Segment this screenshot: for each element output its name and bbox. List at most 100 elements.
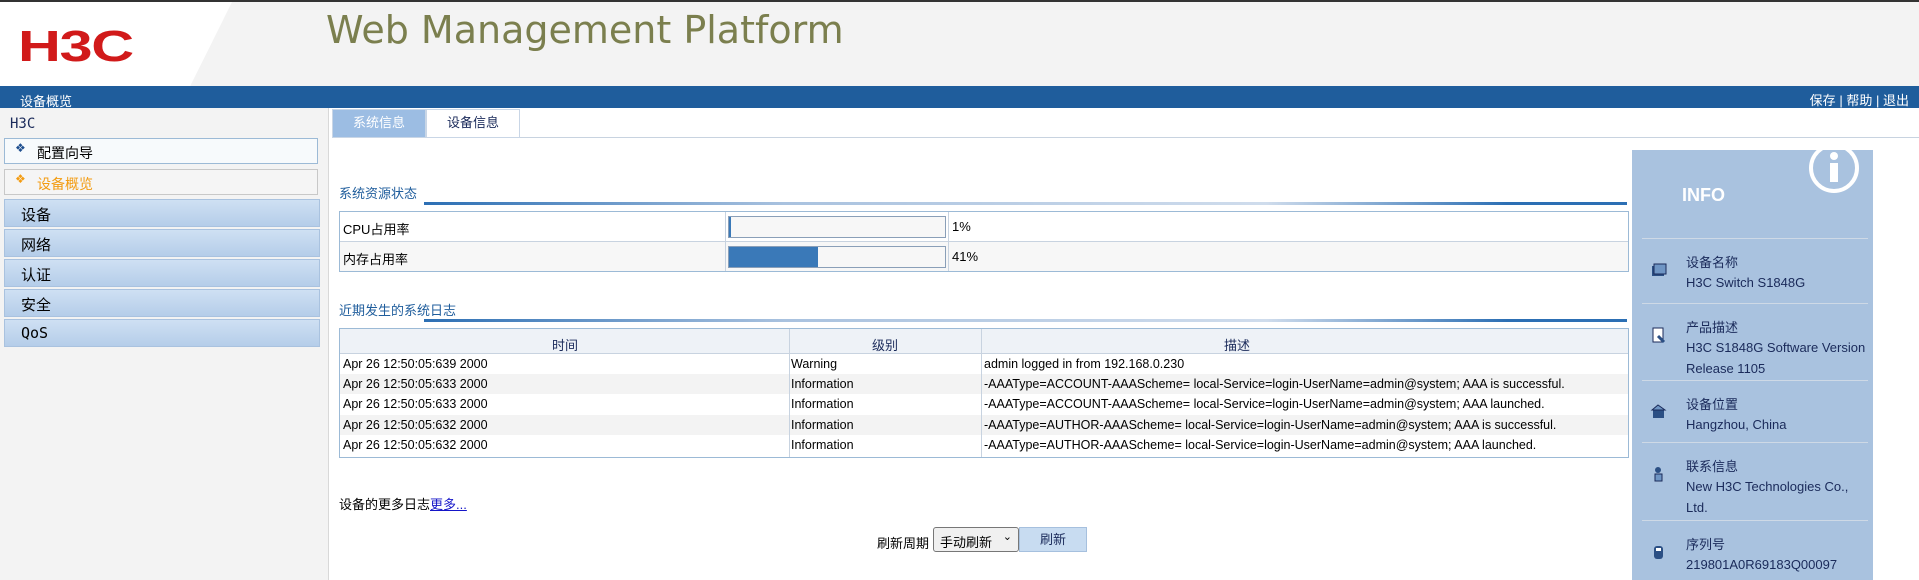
table-row: CPU占用率 1% — [340, 212, 1628, 242]
info-item-device-location: 设备位置 Hangzhou, China — [1642, 380, 1868, 439]
refresh-period-value: 手动刷新 — [940, 535, 993, 550]
table-row: Apr 26 12:50:05:632 2000 Information -AA… — [340, 435, 1628, 455]
info-panel: INFO 设备名称 H3C Switch S1848G 产品描述 H3C S18… — [1632, 144, 1873, 580]
memory-usage-bar — [728, 246, 946, 268]
info-key: 设备名称 — [1686, 255, 1739, 270]
info-value: 219801A0R69183Q00097 — [1686, 557, 1838, 572]
log-description: -AAAType=ACCOUNT-AAAScheme= local-Servic… — [984, 397, 1545, 411]
top-links: 保存 | 帮助 | 退出 — [1810, 90, 1909, 109]
section-divider — [424, 319, 1627, 322]
log-time: Apr 26 12:50:05:632 2000 — [343, 418, 488, 432]
serial-icon — [1654, 546, 1663, 559]
log-level: Information — [791, 377, 854, 391]
sidebar-category-label: 认证 — [21, 267, 52, 284]
logo-area: H3C — [0, 2, 232, 86]
memory-usage-label: 内存占用率 — [343, 252, 409, 267]
device-icon — [1652, 263, 1667, 276]
resource-section-title: 系统资源状态 — [339, 186, 418, 201]
log-time: Apr 26 12:50:05:633 2000 — [343, 397, 488, 411]
h3c-logo: H3C — [18, 22, 134, 71]
sidebar-category-network[interactable]: 网络 — [4, 229, 320, 257]
sidebar-item-label: 设备概览 — [37, 176, 93, 192]
log-section-title: 近期发生的系统日志 — [339, 303, 457, 318]
log-description: -AAAType=AUTHOR-AAAScheme= local-Service… — [984, 438, 1537, 452]
sidebar-category-qos[interactable]: QoS — [4, 319, 320, 347]
info-value: H3C Switch S1848G — [1686, 275, 1806, 290]
table-row: Apr 26 12:50:05:633 2000 Information -AA… — [340, 394, 1628, 414]
resource-table: CPU占用率 1% 内存占用率 41% — [339, 211, 1629, 272]
info-title: INFO — [1682, 185, 1725, 205]
tab-bar: 系统信息 设备信息 — [332, 108, 1919, 138]
column-divider — [981, 329, 982, 457]
column-divider — [948, 212, 949, 271]
table-row: Apr 26 12:50:05:633 2000 Information -AA… — [340, 374, 1628, 394]
diamond-bullet-icon: ❖ — [15, 172, 26, 186]
tab-system-info[interactable]: 系统信息 — [332, 109, 426, 138]
memory-usage-fill — [729, 247, 818, 267]
sidebar-root-label: H3C — [10, 116, 36, 132]
log-time: Apr 26 12:50:05:639 2000 — [343, 357, 488, 371]
contact-icon — [1654, 467, 1663, 482]
info-key: 序列号 — [1686, 537, 1726, 552]
log-level: Information — [791, 418, 854, 432]
more-logs-text: 设备的更多日志 — [339, 497, 431, 512]
table-row: Apr 26 12:50:05:632 2000 Information -AA… — [340, 415, 1628, 435]
log-time: Apr 26 12:50:05:632 2000 — [343, 438, 488, 452]
memory-usage-value: 41% — [952, 249, 979, 264]
cpu-usage-value: 1% — [952, 219, 971, 234]
section-divider — [424, 202, 1627, 205]
log-time: Apr 26 12:50:05:633 2000 — [343, 377, 488, 391]
sidebar: H3C ❖ 配置向导 ❖ 设备概览 设备 网络 认证 安全 QoS — [0, 108, 329, 580]
more-logs-link[interactable]: 更多... — [430, 497, 467, 512]
location-icon — [1650, 404, 1667, 418]
log-description: -AAAType=AUTHOR-AAAScheme= local-Service… — [984, 418, 1557, 432]
logout-link[interactable]: 退出 — [1883, 93, 1909, 108]
log-level: Warning — [791, 357, 838, 371]
sidebar-item-config-wizard[interactable]: ❖ 配置向导 — [4, 138, 318, 164]
column-header-description: 描述 — [1224, 338, 1251, 353]
sidebar-item-label: 配置向导 — [37, 145, 93, 161]
sidebar-category-auth[interactable]: 认证 — [4, 259, 320, 287]
info-value: New H3C Technologies Co., Ltd. — [1686, 479, 1849, 515]
log-table: 时间 级别 描述 Apr 26 12:50:05:639 2000 Warnin… — [339, 328, 1629, 458]
column-divider — [789, 329, 790, 457]
chevron-down-icon: ⌄ — [1002, 531, 1012, 543]
sidebar-category-device[interactable]: 设备 — [4, 199, 320, 227]
cpu-usage-fill — [729, 217, 732, 237]
column-divider — [725, 212, 726, 271]
table-row: Apr 26 12:50:05:639 2000 Warning admin l… — [340, 354, 1628, 374]
info-key: 产品描述 — [1686, 320, 1739, 335]
help-link[interactable]: 帮助 — [1846, 93, 1872, 108]
log-table-header: 时间 级别 描述 — [340, 329, 1628, 354]
refresh-period-label: 刷新周期 — [877, 536, 930, 551]
column-header-time: 时间 — [552, 338, 579, 353]
log-description: admin logged in from 192.168.0.230 — [984, 357, 1185, 371]
info-item-product-description: 产品描述 H3C S1848G Software Version Release… — [1642, 303, 1868, 376]
sidebar-item-device-overview[interactable]: ❖ 设备概览 — [4, 169, 318, 195]
refresh-period-select[interactable]: 手动刷新 ⌄ — [933, 527, 1019, 552]
log-level: Information — [791, 438, 854, 452]
sidebar-category-label: 网络 — [21, 237, 52, 254]
cpu-usage-label: CPU占用率 — [343, 222, 410, 237]
save-link[interactable]: 保存 — [1810, 93, 1836, 108]
sidebar-category-security[interactable]: 安全 — [4, 289, 320, 317]
info-item-contact: 联系信息 New H3C Technologies Co., Ltd. — [1642, 442, 1868, 518]
top-nav-bar: 设备概览 保存 | 帮助 | 退出 — [0, 86, 1919, 109]
link-separator: | — [1875, 93, 1880, 108]
info-value: Hangzhou, China — [1686, 417, 1787, 432]
table-row: 内存占用率 41% — [340, 242, 1628, 271]
tab-device-info[interactable]: 设备信息 — [426, 109, 520, 138]
info-key: 联系信息 — [1686, 459, 1739, 474]
sidebar-category-label: 安全 — [21, 297, 52, 314]
log-description: -AAAType=ACCOUNT-AAAScheme= local-Servic… — [984, 377, 1565, 391]
app-title: Web Management Platform — [326, 8, 844, 52]
link-separator: | — [1839, 93, 1843, 108]
sidebar-category-label: 设备 — [21, 207, 52, 224]
info-item-device-name: 设备名称 H3C Switch S1848G — [1642, 238, 1868, 297]
column-header-level: 级别 — [872, 338, 899, 353]
refresh-button[interactable]: 刷新 — [1019, 527, 1087, 552]
document-icon — [1652, 327, 1666, 344]
header: H3C Web Management Platform — [0, 2, 1919, 86]
info-item-serial-number: 序列号 219801A0R69183Q00097 — [1642, 520, 1868, 579]
cpu-usage-bar — [728, 216, 946, 238]
